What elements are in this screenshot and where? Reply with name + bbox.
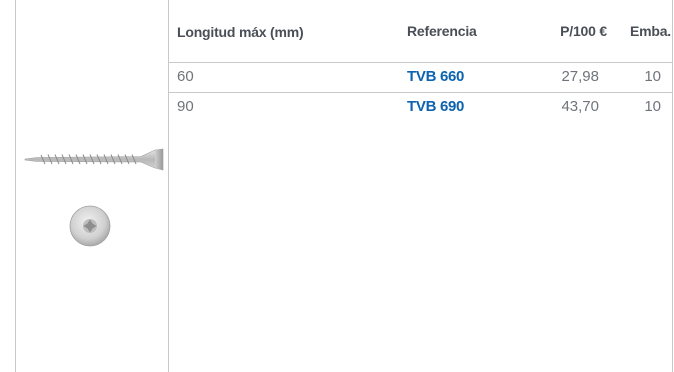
header-pack: Emba.	[629, 23, 671, 39]
cell-length: 90	[177, 98, 194, 115]
cell-pack: 10	[644, 98, 661, 115]
header-length: Longitud máx (mm)	[177, 23, 304, 40]
screw-side-view-image	[24, 148, 164, 171]
cell-length: 60	[177, 68, 194, 85]
cell-price: 43,70	[561, 98, 599, 115]
product-table: Longitud máx (mm) Referencia P/100 € Emb…	[169, 0, 673, 123]
cell-pack: 10	[644, 68, 661, 85]
reference-link[interactable]: TVB 660	[401, 68, 541, 85]
table-row: 60 TVB 660 27,98 10	[169, 63, 673, 93]
header-reference: Referencia	[407, 23, 477, 39]
header-price: P/100 €	[560, 23, 607, 39]
cell-price: 27,98	[561, 68, 599, 85]
product-image-cell	[15, 0, 169, 372]
reference-link[interactable]: TVB 690	[401, 98, 541, 115]
table-header-row: Longitud máx (mm) Referencia P/100 € Emb…	[169, 0, 673, 63]
screw-head-view-image	[69, 205, 111, 247]
table-row: 90 TVB 690 43,70 10	[169, 93, 673, 123]
